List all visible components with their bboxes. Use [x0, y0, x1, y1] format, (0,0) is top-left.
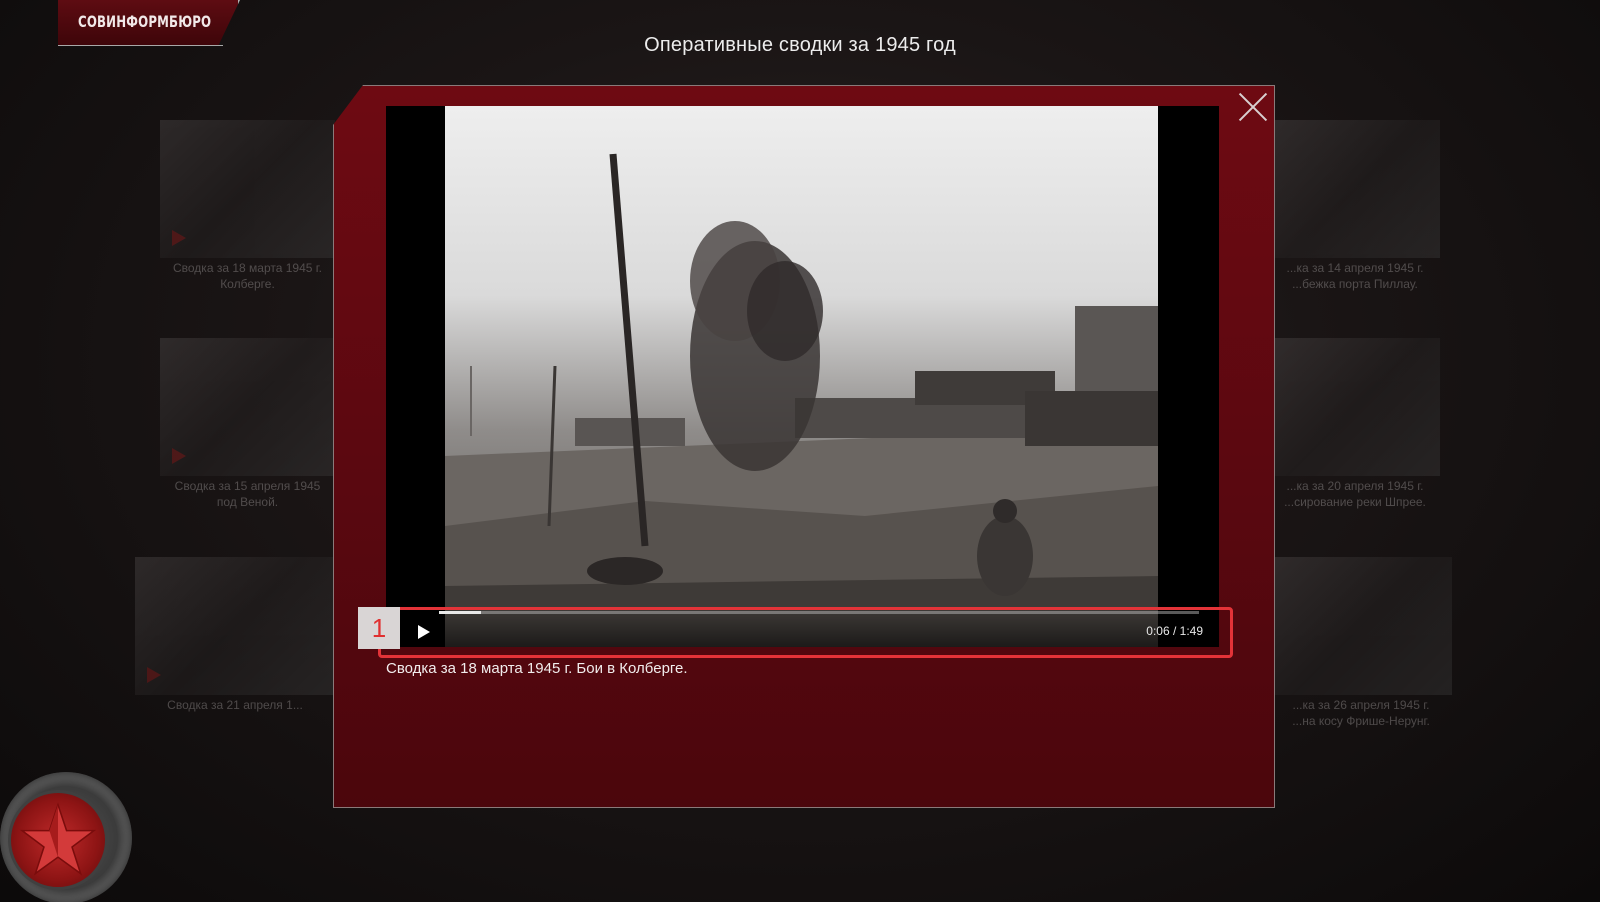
annotation-highlight	[378, 607, 1233, 658]
video-scene	[445, 153, 1158, 647]
gallery-caption: Сводка за 15 апреля 1945 под Веной.	[174, 479, 321, 509]
annotation-tag: 1	[358, 607, 400, 649]
brand-label: СОВИНФОРМБЮРО	[78, 12, 212, 31]
gallery-card[interactable]: ...ка за 20 апреля 1945 г. ...сирование …	[1270, 338, 1440, 510]
gallery-thumbnail	[1270, 338, 1440, 476]
gallery-thumbnail	[1270, 557, 1452, 695]
close-icon[interactable]	[1238, 92, 1268, 122]
app-screen: СОВИНФОРМБЮРО Оперативные сводки за 1945…	[0, 0, 1600, 902]
gallery-thumbnail	[160, 120, 335, 258]
gallery-card[interactable]: Сводка за 15 апреля 1945 под Веной.	[160, 338, 335, 510]
gallery-caption: Сводка за 21 апреля 1...	[167, 698, 303, 712]
video-player[interactable]	[386, 106, 1219, 647]
gallery-caption: Сводка за 18 марта 1945 г. Колберге.	[172, 261, 322, 291]
page-title: Оперативные сводки за 1945 год	[644, 34, 956, 56]
gallery-card[interactable]: Сводка за 21 апреля 1...	[135, 557, 335, 713]
gallery-thumbnail	[160, 338, 335, 476]
gallery-thumbnail	[1270, 120, 1440, 258]
gallery-card[interactable]: ...ка за 14 апреля 1945 г. ...бежка порт…	[1270, 120, 1440, 292]
gallery-caption: ...ка за 26 апреля 1945 г. ...на косу Фр…	[1292, 698, 1430, 728]
play-icon	[172, 448, 186, 464]
star-shape	[19, 802, 97, 876]
red-star-icon[interactable]	[8, 790, 108, 890]
play-icon	[147, 667, 161, 683]
gallery-card[interactable]: ...ка за 26 апреля 1945 г. ...на косу Фр…	[1270, 557, 1452, 729]
play-icon	[172, 230, 186, 246]
gallery-caption: ...ка за 20 апреля 1945 г. ...сирование …	[1284, 479, 1426, 509]
gallery-caption: ...ка за 14 апреля 1945 г. ...бежка порт…	[1286, 261, 1424, 291]
gallery-thumbnail	[135, 557, 335, 695]
video-frame	[445, 106, 1158, 647]
gallery-card[interactable]: Сводка за 18 марта 1945 г. Колберге.	[160, 120, 335, 292]
video-caption: Сводка за 18 марта 1945 г. Бои в Колберг…	[386, 660, 688, 677]
